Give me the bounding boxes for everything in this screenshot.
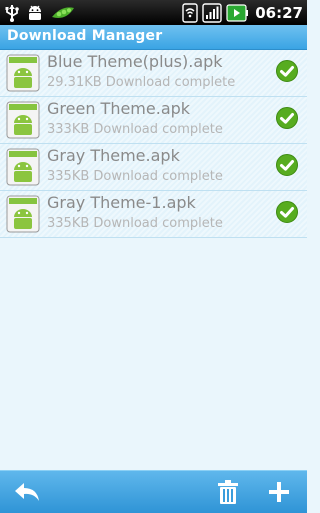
status-bar: 06:27 (0, 0, 307, 25)
plus-icon (269, 482, 289, 502)
signal-icon (202, 2, 222, 23)
download-status: 335KB Download complete (47, 169, 223, 184)
bottom-toolbar (0, 470, 307, 513)
pea-pod-icon (52, 6, 74, 18)
android-apk-icon (6, 148, 40, 186)
android-apk-icon (6, 101, 40, 139)
status-bar-system: 06:27 (182, 2, 303, 23)
trash-icon (218, 480, 238, 504)
list-item[interactable]: Gray Theme.apk 335KB Download complete (0, 144, 307, 191)
download-list: Blue Theme(plus).apk 29.31KB Download co… (0, 50, 307, 238)
file-name: Green Theme.apk (47, 99, 191, 118)
android-apk-icon (6, 195, 40, 233)
file-name: Blue Theme(plus).apk (47, 52, 223, 71)
title-bar: Download Manager (0, 25, 307, 50)
check-icon (276, 154, 298, 176)
clock: 06:27 (255, 3, 303, 22)
download-status: 29.31KB Download complete (47, 75, 236, 90)
file-name: Gray Theme-1.apk (47, 193, 196, 212)
file-name: Gray Theme.apk (47, 146, 180, 165)
delete-button[interactable] (213, 478, 243, 506)
android-debug-icon (29, 5, 41, 20)
list-item[interactable]: Blue Theme(plus).apk 29.31KB Download co… (0, 50, 307, 97)
download-status: 333KB Download complete (47, 122, 223, 137)
check-icon (276, 201, 298, 223)
back-arrow-icon (15, 483, 39, 501)
status-bar-notifications (4, 2, 76, 23)
battery-icon (226, 3, 249, 22)
back-button[interactable] (12, 478, 42, 506)
list-item[interactable]: Gray Theme-1.apk 335KB Download complete (0, 191, 307, 238)
page-title: Download Manager (7, 28, 163, 44)
add-button[interactable] (264, 478, 294, 506)
list-item[interactable]: Green Theme.apk 333KB Download complete (0, 97, 307, 144)
check-icon (276, 60, 298, 82)
usb-icon (5, 4, 19, 22)
download-status: 335KB Download complete (47, 216, 223, 231)
android-apk-icon (6, 54, 40, 92)
wifi-icon (182, 2, 198, 23)
check-icon (276, 107, 298, 129)
